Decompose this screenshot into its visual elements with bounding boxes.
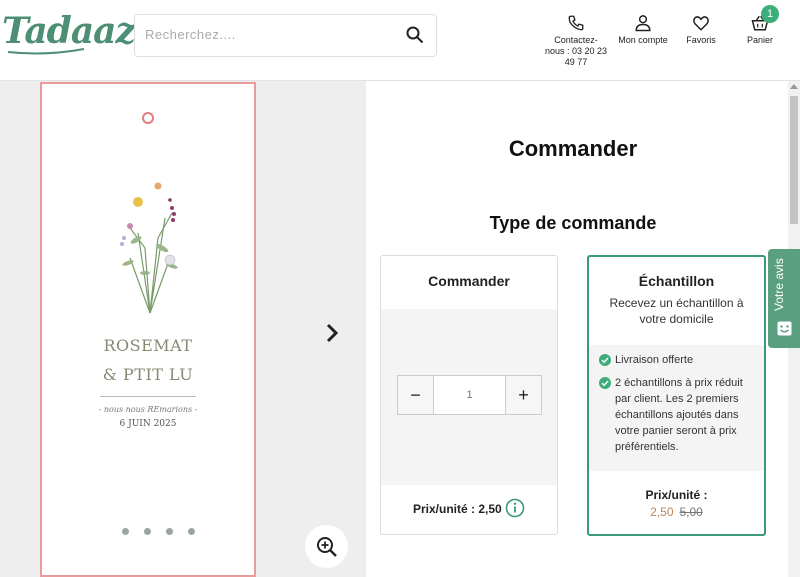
user-icon [635,15,651,32]
feature-text: 2 échantillons à prix réduit par client.… [615,377,743,453]
sample-option-card[interactable]: Échantillon Recevez un échantillon à vot… [587,255,766,536]
smiley-icon [777,321,792,336]
search-icon[interactable] [406,26,424,44]
cart-label: Panier [746,35,773,45]
cart-count-badge: 1 [761,5,779,23]
sample-features: Livraison offerte 2 échantillons à prix … [589,345,764,471]
sample-price: 2,50 5,00 [589,505,764,519]
quantity-stepper[interactable]: − + [397,375,542,415]
check-circle-icon [599,377,611,389]
site-header: Tadaaz Contactez- nous : 03 20 23 49 77 … [0,0,800,81]
feature-item: 2 échantillons à prix réduit par client.… [599,375,757,455]
card-name-line1: ROSEMAT [103,336,193,355]
favorites-link[interactable]: Favoris [680,14,722,46]
card-hole [142,112,154,124]
product-preview-card[interactable]: ROSEMAT & PTIT LU - nous nous REmarions … [40,82,256,577]
order-option-card[interactable]: Commander − + Prix/unité : 2,50 [380,255,558,535]
sample-price-label: Prix/unité : [645,488,708,502]
scrollbar-thumb[interactable] [790,96,798,224]
feature-text: Livraison offerte [615,354,694,366]
carousel-dot[interactable] [122,528,129,535]
check-circle-icon [599,354,611,366]
card-subtitle: - nous nous REmarions - [98,405,198,414]
logo-swoosh-icon [7,48,85,55]
sample-option-title: Échantillon [638,273,715,289]
card-date: 6 JUIN 2025 [119,419,177,429]
section-title: Type de commande [489,213,657,233]
phone-icon [568,15,584,31]
card-divider [100,396,196,397]
info-icon[interactable] [505,498,525,518]
page-title: Commander [508,136,638,161]
quantity-input[interactable] [434,376,505,414]
order-option-title: Commander [428,273,510,289]
search-input[interactable] [145,27,395,42]
wildflower-bouquet-illustration [120,182,178,314]
carousel-dot[interactable] [144,528,151,535]
card-name-line2: & PTIT LU [102,365,194,384]
account-link[interactable]: Mon compte [614,14,672,46]
sample-option-description: Recevez un échantillon à votre domicile [597,295,756,327]
sample-desc-line1: Recevez un échantillon à [609,296,744,310]
reviews-tab[interactable]: Votre avis [768,249,800,348]
contact-line2: nous : 03 20 23 [544,46,608,56]
unit-price: Prix/unité : 2,50 [413,502,502,516]
favorites-label: Favoris [686,35,716,45]
carousel-dots [122,522,210,540]
contact-line1: Contactez- [554,35,598,45]
carousel-dot[interactable] [188,528,195,535]
search-bar[interactable] [134,14,437,57]
zoom-in-icon [317,537,337,557]
account-label: Mon compte [618,35,668,45]
feature-item: Livraison offerte [599,352,757,368]
sample-desc-line2: votre domicile [639,312,714,326]
carousel-dot[interactable] [166,528,173,535]
sample-price-old: 5,00 [679,505,703,519]
increase-button[interactable]: + [505,376,541,414]
zoom-button[interactable] [305,525,348,568]
heart-icon [693,16,709,31]
contact-line3: 49 77 [564,57,588,67]
scroll-up-arrow-icon[interactable] [790,84,798,89]
contact-link[interactable]: Contactez- nous : 03 20 23 49 77 [543,14,609,68]
reviews-tab-label: Votre avis [772,258,786,311]
decrease-button[interactable]: − [398,376,434,414]
sample-price-new: 2,50 [650,505,674,519]
chevron-right-icon[interactable] [322,321,342,345]
